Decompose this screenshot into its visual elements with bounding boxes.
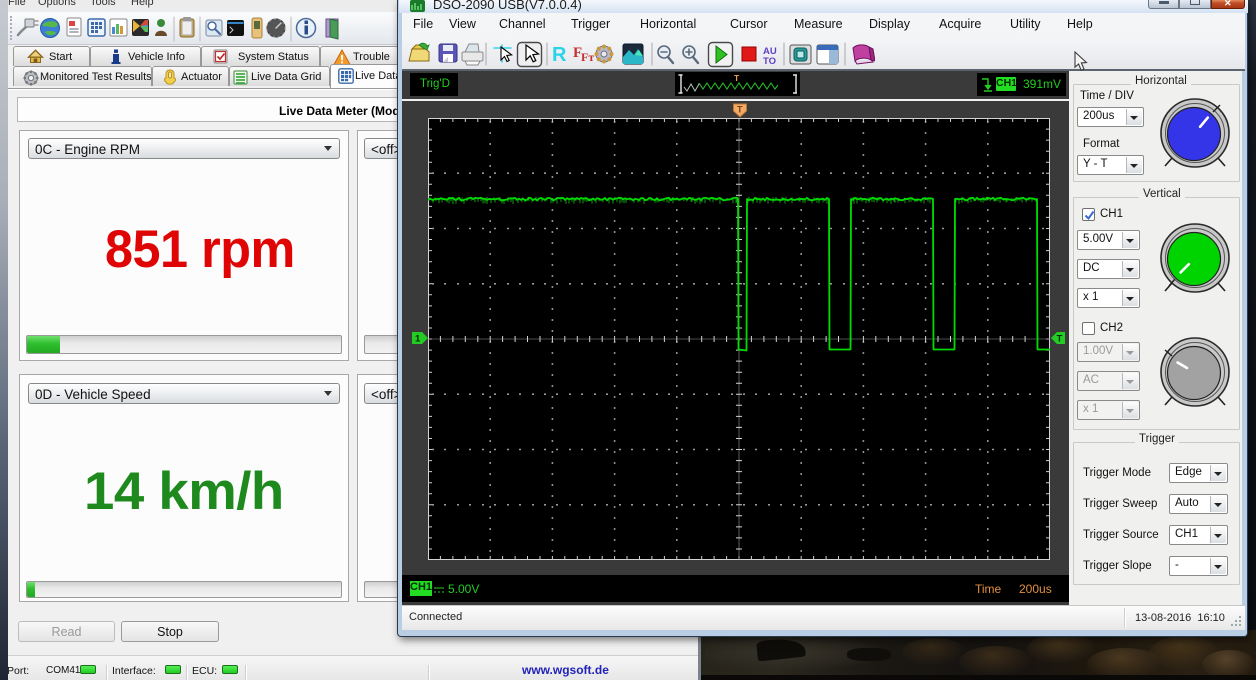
svg-text:TO: TO (763, 56, 776, 67)
svg-text:1: 1 (415, 334, 421, 345)
svg-text:T: T (1057, 334, 1063, 345)
svg-text:Fт: Fт (581, 50, 594, 64)
svg-text:T: T (737, 105, 743, 115)
svg-text:T: T (734, 73, 740, 83)
svg-text:R: R (552, 44, 567, 66)
